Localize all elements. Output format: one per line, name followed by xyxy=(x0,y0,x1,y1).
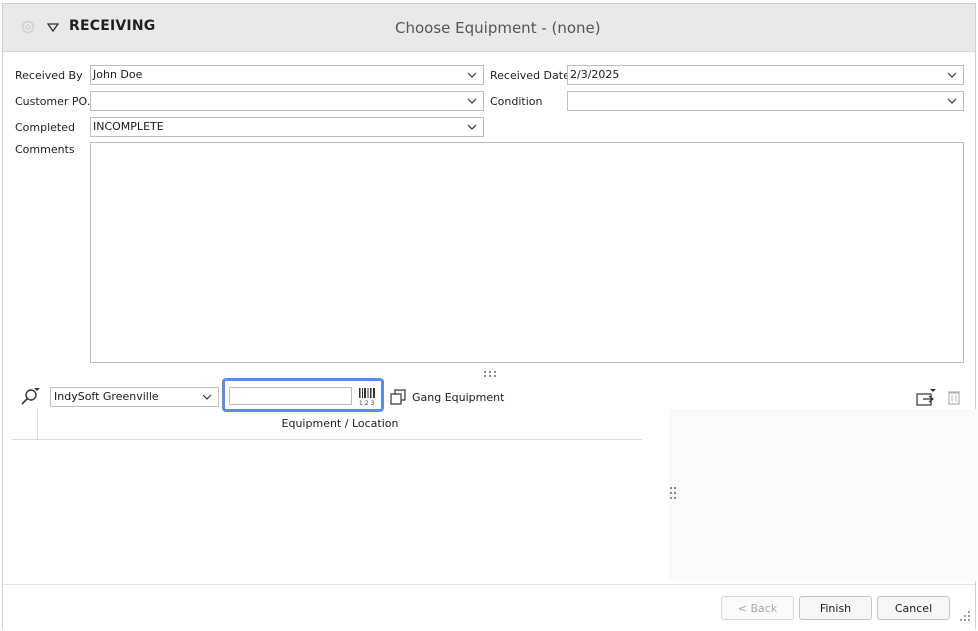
equipment-grid: Equipment / Location xyxy=(12,409,642,440)
chevron-down-icon xyxy=(467,124,477,130)
barcode-icon[interactable]: 1 2 3 xyxy=(358,386,376,406)
completed-label: Completed xyxy=(15,121,75,134)
back-button[interactable]: < Back xyxy=(721,596,794,620)
trash-icon[interactable] xyxy=(947,389,961,405)
received-date-picker[interactable]: 2/3/2025 xyxy=(567,65,964,85)
received-date-label: Received Date xyxy=(490,69,570,82)
chevron-down-icon xyxy=(947,98,957,104)
condition-label: Condition xyxy=(490,95,543,108)
gang-equipment-label[interactable]: Gang Equipment xyxy=(412,391,504,404)
received-by-value: John Doe xyxy=(93,68,143,81)
gang-copy-icon[interactable] xyxy=(390,389,406,405)
site-value: IndySoft Greenville xyxy=(54,390,159,403)
finish-button[interactable]: Finish xyxy=(799,596,872,620)
received-by-dropdown[interactable]: John Doe xyxy=(90,65,484,85)
equipment-scan-input[interactable] xyxy=(229,387,352,405)
customer-po-label: Customer PO. xyxy=(15,95,91,108)
horizontal-splitter-grip-icon[interactable] xyxy=(483,370,497,378)
dialog-footer: < Back Finish Cancel xyxy=(3,584,975,631)
chevron-down-icon xyxy=(947,72,957,78)
site-dropdown[interactable]: IndySoft Greenville xyxy=(50,387,219,407)
chevron-down-icon xyxy=(467,72,477,78)
grid-column-header[interactable]: Equipment / Location xyxy=(38,409,642,439)
resize-grip-icon[interactable] xyxy=(959,610,971,622)
cancel-button[interactable]: Cancel xyxy=(877,596,950,620)
search-icon[interactable] xyxy=(19,387,41,407)
completed-value: INCOMPLETE xyxy=(93,120,164,133)
comments-textarea[interactable] xyxy=(90,142,964,363)
chevron-down-icon xyxy=(202,394,212,400)
transfer-icon[interactable] xyxy=(915,388,937,408)
customer-po-dropdown[interactable] xyxy=(90,91,484,111)
vertical-splitter-grip-icon[interactable] xyxy=(669,486,677,500)
scan-input-container: 1 2 3 xyxy=(222,378,384,412)
completed-dropdown[interactable]: INCOMPLETE xyxy=(90,117,484,137)
title-bar: RECEIVING Choose Equipment - (none) xyxy=(3,4,975,52)
received-by-label: Received By xyxy=(15,69,83,82)
detail-panel xyxy=(669,409,977,581)
gear-icon[interactable] xyxy=(19,18,37,36)
collapse-triangle-icon[interactable] xyxy=(47,23,59,32)
svg-text:1 2 3: 1 2 3 xyxy=(359,400,374,406)
wizard-step-title: Choose Equipment - (none) xyxy=(395,19,601,37)
comments-label: Comments xyxy=(15,143,75,156)
page-title: RECEIVING xyxy=(69,18,156,34)
condition-dropdown[interactable] xyxy=(567,91,964,111)
chevron-down-icon xyxy=(467,98,477,104)
received-date-value: 2/3/2025 xyxy=(570,68,620,81)
receiving-dialog: RECEIVING Choose Equipment - (none) Rece… xyxy=(2,3,977,631)
